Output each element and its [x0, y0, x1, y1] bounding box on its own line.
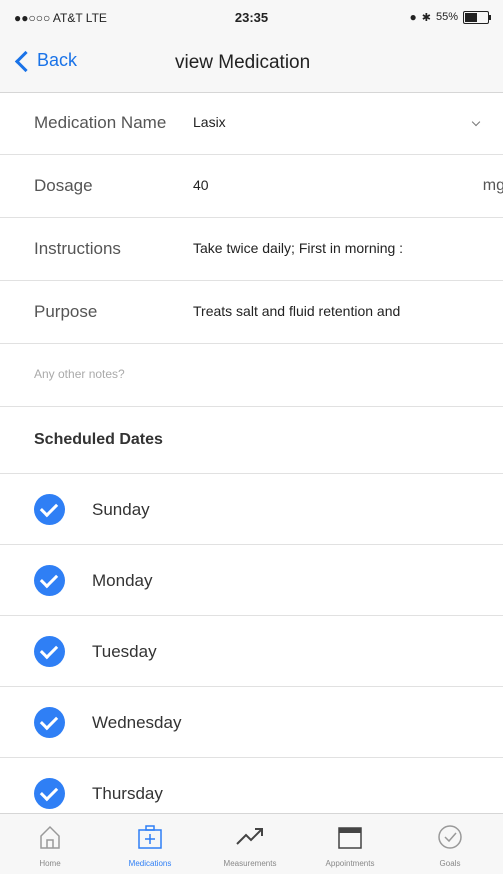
status-bar: ●●○○○ AT&T LTE 23:35 ● ✱ 55% [0, 0, 503, 36]
purpose-label: Purpose [34, 302, 98, 321]
bluetooth-icon: ✱ [421, 11, 431, 24]
tab-home[interactable]: Home [0, 814, 100, 874]
tab-label: Home [39, 859, 61, 868]
purpose-row: Purpose Treats salt and fluid retention … [0, 281, 503, 344]
dosage-unit: mg [482, 177, 503, 194]
medication-name-label: Medication Name [34, 113, 167, 132]
section-heading: Scheduled Dates [34, 431, 163, 448]
tab-label: Goals [439, 859, 461, 868]
day-row-wednesday[interactable]: Wednesday [0, 687, 503, 758]
purpose-value[interactable]: Treats salt and fluid retention and [193, 303, 400, 319]
navigation-bar: Back view Medication [0, 36, 503, 93]
calendar-icon [338, 827, 362, 849]
day-row-monday[interactable]: Monday [0, 545, 503, 616]
instructions-row: Instructions Take twice daily; First in … [0, 218, 503, 281]
trend-icon [236, 828, 263, 845]
medication-name-row[interactable]: Medication Name Lasix [0, 92, 503, 155]
back-button[interactable]: Back [14, 50, 78, 72]
instructions-value[interactable]: Take twice daily; First in morning : [193, 240, 403, 256]
instructions-label: Instructions [34, 239, 121, 258]
dosage-row: Dosage 40 mg [0, 155, 503, 218]
notes-field[interactable]: Any other notes? [34, 367, 125, 381]
page-title: view Medication [175, 52, 311, 73]
tab-label: Measurements [223, 859, 277, 868]
tab-label: Medications [128, 859, 172, 868]
alarm-icon: ● [409, 10, 417, 24]
checkmark-icon[interactable] [34, 636, 65, 667]
day-row-tuesday[interactable]: Tuesday [0, 616, 503, 687]
back-label: Back [37, 50, 78, 70]
checkmark-icon[interactable] [34, 494, 65, 525]
medkit-icon [138, 825, 162, 849]
day-label: Tuesday [92, 642, 157, 661]
dosage-value[interactable]: 40 [193, 177, 209, 193]
day-label: Sunday [92, 500, 150, 519]
tab-appointments[interactable]: Appointments [300, 814, 400, 874]
dosage-label: Dosage [34, 176, 93, 195]
day-label: Monday [92, 571, 153, 590]
status-right: ● ✱ 55% [409, 10, 491, 24]
checkmark-icon[interactable] [34, 565, 65, 596]
notes-row[interactable]: Any other notes? [0, 344, 503, 407]
tab-goals[interactable]: Goals [400, 814, 500, 874]
battery-percent: 55% [435, 11, 458, 23]
medication-form: Medication Name Lasix Dosage 40 mg Instr… [0, 92, 503, 829]
home-icon [40, 825, 60, 849]
tab-medications[interactable]: Medications [100, 814, 200, 874]
scheduled-dates-header: Scheduled Dates [0, 407, 503, 474]
tab-measurements[interactable]: Measurements [200, 814, 300, 874]
chevron-down-icon[interactable] [471, 117, 481, 127]
tab-bar: Home Medications Measurements Appointmen… [0, 813, 503, 874]
chevron-left-icon [14, 50, 37, 72]
checkmark-icon[interactable] [34, 778, 65, 809]
tab-label: Appointments [325, 859, 375, 868]
day-label: Wednesday [92, 713, 182, 732]
medication-name-value[interactable]: Lasix [193, 114, 226, 130]
day-row-sunday[interactable]: Sunday [0, 474, 503, 545]
day-label: Thursday [92, 784, 163, 803]
battery-icon [463, 10, 491, 24]
battery-fill [465, 12, 478, 22]
checkmark-icon[interactable] [34, 707, 65, 738]
check-circle-icon [438, 825, 462, 849]
